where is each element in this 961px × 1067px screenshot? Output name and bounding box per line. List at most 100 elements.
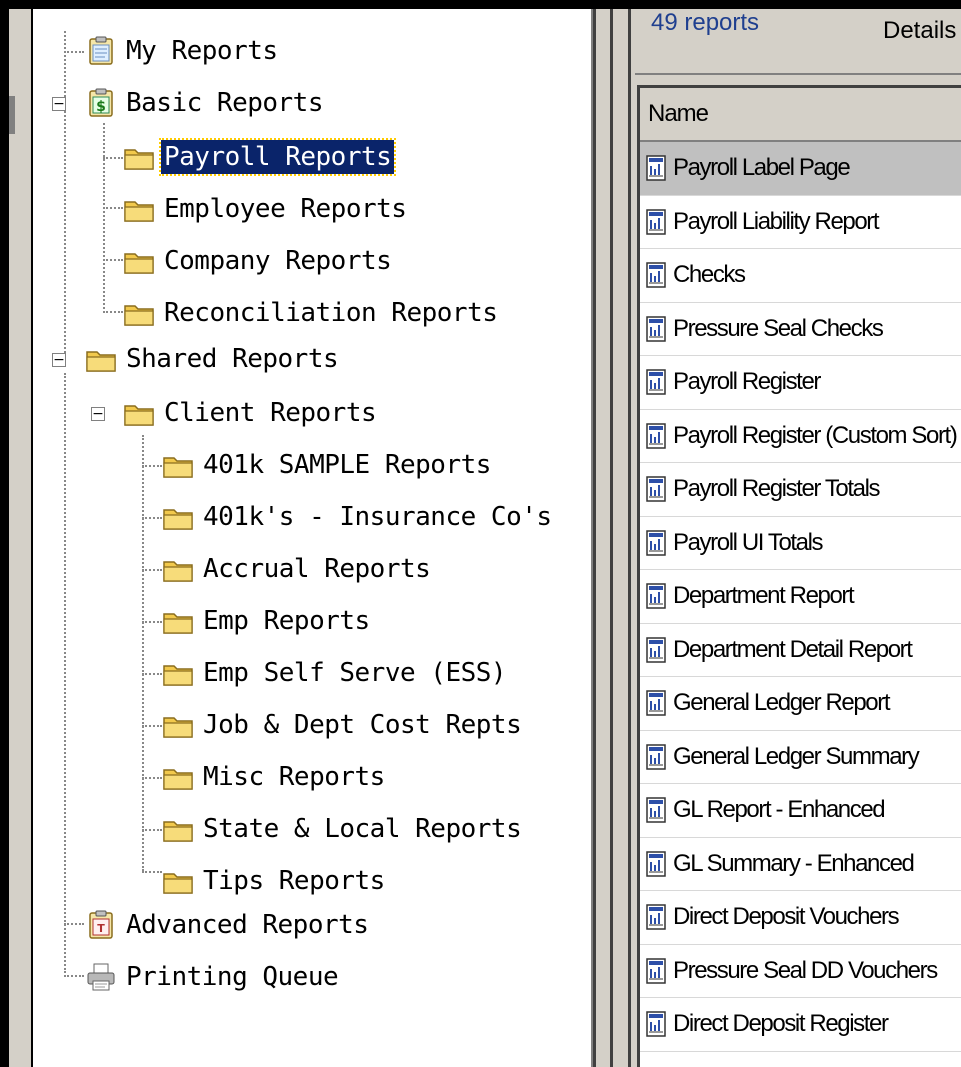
list-toolbar: 49 reports Details [635, 9, 961, 75]
tree-connector [142, 465, 162, 467]
report-document-icon [646, 904, 666, 930]
report-name: Payroll Label Page [673, 154, 851, 182]
tree-connector [142, 777, 162, 779]
column-header-name[interactable]: Name [640, 88, 961, 142]
report-list-panel: 49 reports Details Name Payroll Label Pa… [631, 9, 961, 1067]
report-document-icon [646, 262, 666, 288]
report-document-icon [646, 530, 666, 556]
report-document-icon [646, 155, 666, 181]
report-row[interactable]: Direct Deposit Vouchers [640, 891, 961, 945]
tree-connector [64, 923, 84, 925]
tree-node-payroll-reports[interactable]: Payroll Reports [123, 137, 397, 177]
tree-node-printing-queue[interactable]: Printing Queue [85, 957, 341, 997]
report-name: Department Report [673, 582, 855, 610]
tree-label: Basic Reports [126, 88, 324, 118]
tree-label: Emp Reports [203, 606, 370, 636]
collapse-shared-reports-icon[interactable]: − [52, 353, 66, 367]
folder-icon [124, 201, 154, 222]
report-document-icon [646, 690, 666, 716]
report-row[interactable]: Payroll Label Page [640, 142, 961, 196]
report-row[interactable]: Pressure Seal Checks [640, 303, 961, 356]
advanced-report-icon: T [89, 910, 113, 939]
report-name: GL Summary - Enhanced [673, 849, 915, 877]
tree-connector [142, 435, 144, 871]
panel-splitter[interactable] [593, 9, 631, 1067]
report-row[interactable]: Department Detail Report [640, 624, 961, 677]
folder-icon [124, 253, 154, 274]
collapse-basic-reports-icon[interactable]: − [52, 97, 66, 111]
tree-label: Shared Reports [126, 344, 339, 374]
report-row[interactable]: Direct Deposit Register [640, 998, 961, 1052]
report-name: Payroll Liability Report [673, 207, 880, 235]
tree-node-client-child[interactable]: Accrual Reports [162, 549, 433, 589]
tree-node-client-child[interactable]: State & Local Reports [162, 809, 524, 849]
folder-icon [163, 821, 193, 842]
report-document-icon [646, 637, 666, 663]
report-name: Direct Deposit Vouchers [673, 903, 900, 931]
collapse-client-reports-icon[interactable]: − [91, 407, 105, 421]
report-row[interactable]: General Ledger Summary [640, 731, 961, 784]
tree-node-client-child[interactable]: Misc Reports [162, 757, 388, 797]
tree-label: State & Local Reports [203, 814, 522, 844]
report-name: Payroll UI Totals [673, 528, 824, 556]
report-row[interactable]: GL Summary - Enhanced [640, 838, 961, 891]
report-name: Payroll Register Totals [673, 475, 881, 503]
folder-icon [86, 351, 116, 372]
tree-label: Employee Reports [164, 194, 407, 224]
report-list: Name Payroll Label Page Payroll Liability… [637, 85, 961, 1067]
frame-notch [9, 96, 15, 134]
folder-icon [163, 457, 193, 478]
tree-node-my-reports[interactable]: My Reports [85, 31, 281, 71]
tree-node-client-child[interactable]: Tips Reports [162, 861, 388, 901]
tree-node-basic-reports[interactable]: $ Basic Reports [85, 83, 326, 123]
report-row[interactable]: Payroll UI Totals [640, 517, 961, 570]
report-document-icon [646, 209, 666, 235]
report-row[interactable]: GL Report - Enhanced [640, 784, 961, 838]
splitter-grip [610, 9, 613, 1067]
tree-node-company-reports[interactable]: Company Reports [123, 241, 394, 281]
tree-connector [142, 871, 162, 873]
tree-connector [142, 725, 162, 727]
folder-icon [163, 561, 193, 582]
tree-connector [142, 829, 162, 831]
tree-label: Printing Queue [126, 962, 339, 992]
tree-node-client-child[interactable]: 401k's - Insurance Co's [162, 497, 555, 537]
tree-node-client-child[interactable]: Job & Dept Cost Repts [162, 705, 524, 745]
dollar-report-icon: $ [89, 88, 113, 117]
report-row[interactable]: Pressure Seal DD Vouchers [640, 945, 961, 998]
report-name: Checks [673, 261, 746, 289]
tree-node-client-reports[interactable]: Client Reports [123, 393, 379, 433]
window-border [9, 9, 33, 1067]
tree-node-reconciliation-reports[interactable]: Reconciliation Reports [123, 293, 500, 333]
tree-node-advanced-reports[interactable]: T Advanced Reports [85, 905, 371, 945]
report-document-icon [646, 797, 666, 823]
report-row[interactable]: Payroll Register [640, 356, 961, 410]
tree-node-client-child[interactable]: 401k SAMPLE Reports [162, 445, 494, 485]
tree-connector [142, 673, 162, 675]
tree-connector [64, 51, 84, 53]
tree-connector [64, 975, 84, 977]
folder-icon [163, 769, 193, 790]
tree-node-employee-reports[interactable]: Employee Reports [123, 189, 409, 229]
report-row[interactable]: Payroll Register Totals [640, 463, 961, 517]
tree-label: Emp Self Serve (ESS) [203, 658, 507, 688]
report-row[interactable]: Department Report [640, 570, 961, 624]
report-row[interactable]: Checks [640, 249, 961, 303]
tree-connector [142, 569, 162, 571]
tree-label: Tips Reports [203, 866, 385, 896]
details-view-button[interactable]: Details [883, 17, 956, 45]
clipboard-icon [89, 36, 113, 65]
tree-node-client-child[interactable]: Emp Self Serve (ESS) [162, 653, 509, 693]
report-row[interactable]: General Ledger Report [640, 677, 961, 731]
report-document-icon [646, 583, 666, 609]
window-frame-top [0, 0, 961, 9]
tree-connector [103, 311, 123, 313]
report-row[interactable]: Payroll Liability Report [640, 196, 961, 249]
tree-node-shared-reports[interactable]: Shared Reports [85, 339, 341, 379]
tree-node-client-child[interactable]: Emp Reports [162, 601, 373, 641]
svg-text:T: T [97, 922, 105, 935]
tree-label: Advanced Reports [126, 910, 369, 940]
report-document-icon [646, 476, 666, 502]
folder-icon [163, 665, 193, 686]
report-row[interactable]: Payroll Register (Custom Sort) [640, 410, 961, 463]
